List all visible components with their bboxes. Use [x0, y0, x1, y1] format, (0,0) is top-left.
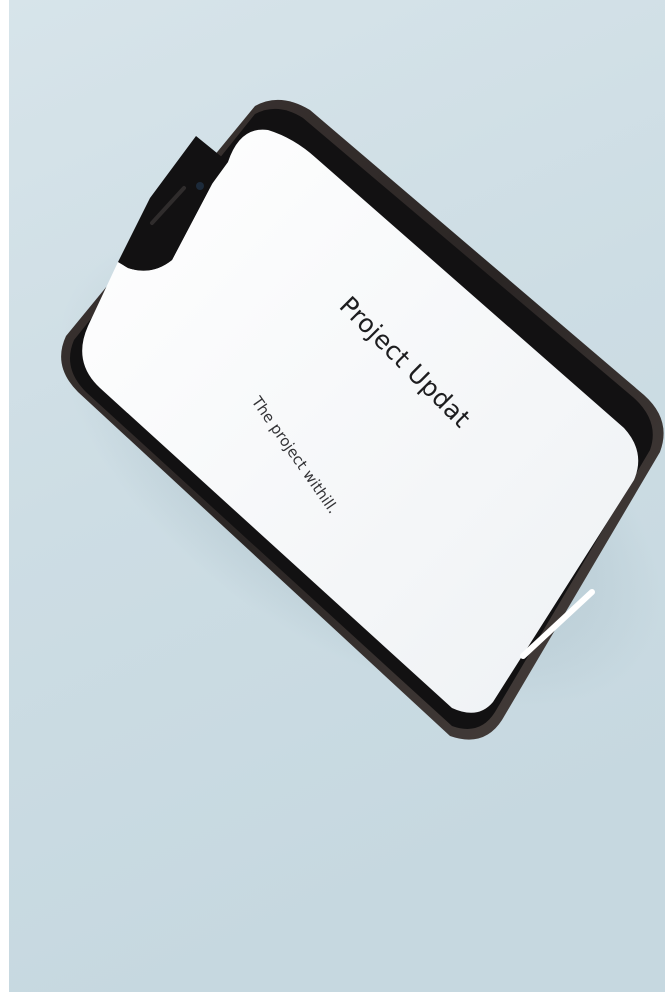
image-left-border — [0, 0, 9, 992]
photo-scene: Project Updat The project withill. — [0, 0, 665, 992]
